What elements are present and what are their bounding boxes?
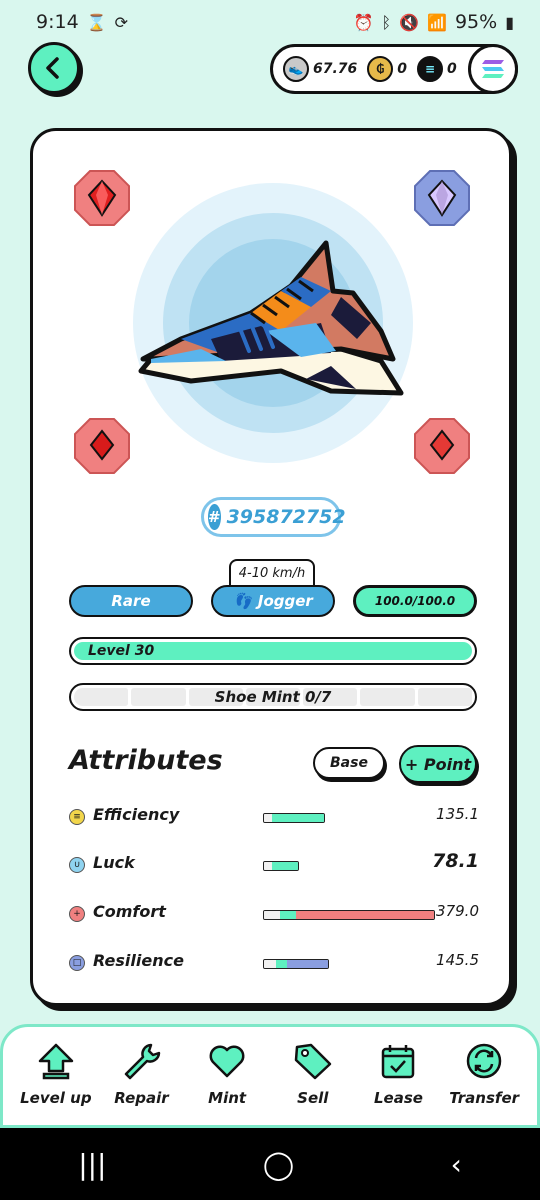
sneaker-image: [133, 183, 413, 463]
mute-icon: 🔇: [399, 12, 420, 32]
attribute-name: Comfort: [93, 902, 166, 921]
speed-range: 4-10 km/h: [229, 559, 315, 585]
attribute-row-resilience: □ Resilience 145.5: [69, 949, 479, 979]
heart-icon: [209, 1045, 245, 1078]
mint-button[interactable]: Mint: [187, 1041, 267, 1125]
gst-coin-icon: 👟: [283, 56, 309, 82]
attribute-row-luck: ∪ Luck 78.1: [69, 850, 479, 881]
back-icon[interactable]: ‹: [451, 1148, 462, 1181]
attribute-bar: [263, 910, 435, 920]
attribute-value: 379.0: [436, 902, 479, 920]
gem-socket-bottom-right[interactable]: [413, 417, 471, 475]
gmt-coin-icon: ₲: [367, 56, 394, 82]
sneaker-id-badge[interactable]: # 395872752: [201, 497, 346, 537]
add-point-button[interactable]: + Point: [399, 745, 477, 783]
speed-range-label: 4-10 km/h: [238, 565, 306, 581]
attribute-value: 145.5: [436, 951, 479, 969]
recent-apps-icon[interactable]: |||: [78, 1148, 106, 1181]
transfer-button[interactable]: Transfer: [444, 1041, 524, 1125]
level-progress-bar: Level 30: [69, 637, 477, 665]
sneaker-illustration: [138, 240, 404, 396]
gem-socket-top-right[interactable]: [413, 169, 471, 227]
wifi-icon: 📶: [427, 12, 447, 32]
bluetooth-icon: ᛒ: [381, 12, 392, 32]
base-toggle-button[interactable]: Base: [313, 747, 385, 779]
nav-label: Repair: [114, 1089, 169, 1107]
wallet-balance[interactable]: 👟 67.76 ₲ 0 ≡ 0: [270, 44, 518, 94]
alarm-icon: ⏰: [353, 12, 374, 32]
back-button[interactable]: [28, 42, 80, 94]
sync-icon: ⟳: [114, 12, 128, 32]
repair-button[interactable]: Repair: [101, 1041, 181, 1125]
durability-value: 100.0/100.0: [374, 594, 456, 608]
level-up-icon: [38, 1043, 74, 1080]
hash-icon: #: [208, 504, 221, 530]
status-time: 9:14: [36, 11, 79, 33]
rarity-label: Rare: [111, 592, 151, 610]
attribute-name: Efficiency: [93, 805, 180, 824]
level-label: Level 30: [88, 643, 155, 659]
rarity-badge: Rare: [69, 585, 193, 617]
chevron-left-icon: [46, 57, 59, 79]
chain-selector-button[interactable]: [468, 44, 518, 94]
hourglass-icon: ⌛: [86, 12, 107, 32]
attribute-name: Resilience: [93, 951, 184, 970]
attribute-row-comfort: + Comfort 379.0: [69, 900, 479, 930]
add-point-label: + Point: [404, 754, 472, 774]
durability-badge: 100.0/100.0: [353, 585, 477, 617]
efficiency-icon: ≡: [69, 809, 85, 825]
resilience-gem-icon: [414, 170, 470, 226]
comfort-gem-icon: [74, 418, 130, 474]
attribute-bar: [263, 959, 329, 969]
attribute-bar: [263, 813, 325, 823]
gst-amount: 67.76: [313, 61, 358, 77]
sneaker-id: 395872752: [226, 506, 346, 528]
home-icon[interactable]: ◯: [263, 1148, 294, 1181]
attributes-title: Attributes: [69, 745, 223, 776]
base-button-label: Base: [330, 755, 368, 771]
resilience-icon: □: [69, 955, 85, 971]
action-bar: Level up Repair Mint Sell Lease Transfer: [0, 1024, 540, 1128]
mint-progress-bar: Shoe Mint 0/7: [69, 683, 477, 711]
gem-socket-top-left[interactable]: [73, 169, 131, 227]
nav-label: Mint: [208, 1089, 247, 1107]
comfort-icon: +: [69, 906, 85, 922]
sneaker-type-label: Jogger: [257, 592, 313, 610]
level-up-button[interactable]: Level up: [16, 1041, 96, 1125]
battery-level: 95%: [454, 11, 498, 33]
wrench-icon: [125, 1043, 161, 1080]
price-tag-icon: [294, 1043, 332, 1080]
attribute-bar: [263, 861, 299, 871]
calendar-check-icon: [382, 1045, 415, 1079]
status-bar: 9:14 ⌛ ⟳ ⏰ ᛒ 🔇 📶 95% ▮: [0, 0, 540, 44]
attribute-row-efficiency: ≡ Efficiency 135.1: [69, 803, 479, 833]
transfer-icon: [466, 1043, 502, 1079]
nav-label: Lease: [373, 1089, 423, 1107]
nav-label: Sell: [297, 1089, 329, 1107]
gmt-amount: 0: [397, 61, 408, 77]
nav-label: Level up: [20, 1089, 92, 1107]
gem-socket-bottom-left[interactable]: [73, 417, 131, 475]
comfort-gem-icon: [74, 170, 130, 226]
sol-amount: 0: [447, 61, 457, 77]
attribute-name: Luck: [93, 853, 135, 872]
attribute-value: 135.1: [436, 805, 479, 823]
comfort-gem-icon: [414, 418, 470, 474]
level-fill: Level 30: [74, 642, 472, 660]
footprints-icon: 👣: [233, 592, 252, 610]
attribute-value: 78.1: [432, 850, 479, 872]
solana-icon: [482, 60, 504, 78]
sneaker-type-badge: 👣 Jogger: [211, 585, 335, 617]
sell-button[interactable]: Sell: [273, 1041, 353, 1125]
luck-icon: ∪: [69, 857, 85, 873]
sol-coin-icon: ≡: [417, 56, 444, 82]
mint-count-label: Shoe Mint 0/7: [214, 688, 332, 706]
nav-label: Transfer: [449, 1089, 520, 1107]
sneaker-card: # 395872752 Rare 4-10 km/h 👣 Jogger 100.…: [30, 128, 512, 1006]
battery-icon: ▮: [505, 12, 514, 32]
lease-button[interactable]: Lease: [358, 1041, 438, 1125]
system-navigation-bar: ||| ◯ ‹: [0, 1128, 540, 1200]
